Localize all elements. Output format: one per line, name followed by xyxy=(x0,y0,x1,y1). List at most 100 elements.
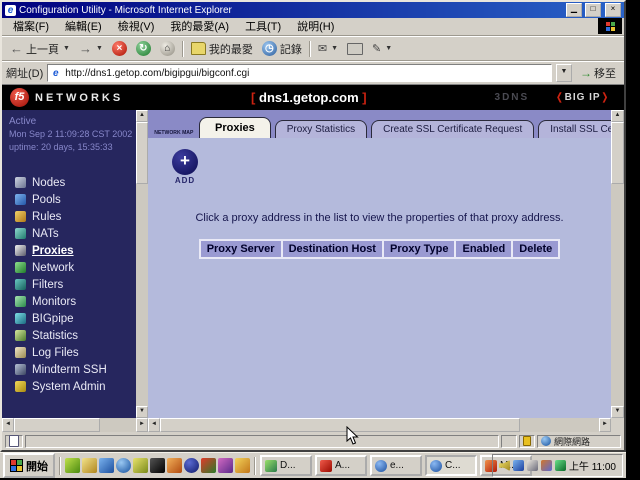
sidebar-item-system-admin[interactable]: System Admin xyxy=(2,378,136,395)
link-bigip[interactable]: ❬BIG IP❭ xyxy=(555,92,610,103)
sidebar-item-statistics[interactable]: Statistics xyxy=(2,327,136,344)
sidebar-item-nodes[interactable]: Nodes xyxy=(2,174,136,191)
menu-edit[interactable]: 編輯(E) xyxy=(57,19,110,35)
scrollbar-thumb[interactable] xyxy=(611,122,624,184)
add-proxy-control[interactable]: + ADD xyxy=(168,149,202,185)
link-3dns[interactable]: 3DNS xyxy=(495,92,530,103)
proxies-icon xyxy=(15,245,26,256)
column-destination-host[interactable]: Destination Host xyxy=(282,240,383,258)
edit-button[interactable]: ✎ ▼ xyxy=(368,41,396,56)
network-status-icon[interactable] xyxy=(555,460,566,471)
go-button[interactable]: → 移至 xyxy=(576,65,620,81)
scrollbar-thumb[interactable] xyxy=(136,122,148,184)
network-map-button[interactable]: NETWORK MAP xyxy=(151,130,195,136)
sidebar-horizontal-scrollbar[interactable]: ◄ ► xyxy=(2,418,148,432)
quicklaunch-icon[interactable] xyxy=(218,458,233,473)
task-button[interactable]: D... xyxy=(260,455,312,476)
menu-tools[interactable]: 工具(T) xyxy=(237,19,289,35)
status-bar: 網際網路 xyxy=(2,432,624,450)
quicklaunch-icon[interactable] xyxy=(184,458,199,473)
stop-button[interactable]: × xyxy=(108,40,131,57)
forward-button[interactable]: → ▼ xyxy=(75,41,107,57)
quicklaunch-icon[interactable] xyxy=(116,458,131,473)
sidebar-item-filters[interactable]: Filters xyxy=(2,276,136,293)
f5-brand-name: NETWORKS xyxy=(35,92,123,104)
back-button[interactable]: ← 上一頁 ▼ xyxy=(6,40,74,58)
title-bar[interactable]: e Configuration Utility - Microsoft Inte… xyxy=(2,2,624,18)
sidebar-vertical-scrollbar[interactable]: ▲ ▼ xyxy=(136,110,148,418)
menu-help[interactable]: 說明(H) xyxy=(289,19,342,35)
scroll-down-icon[interactable]: ▼ xyxy=(611,406,624,418)
quicklaunch-icon[interactable] xyxy=(133,458,148,473)
column-enabled[interactable]: Enabled xyxy=(455,240,512,258)
address-dropdown-button[interactable]: ▼ xyxy=(556,64,572,82)
quicklaunch-icon[interactable] xyxy=(150,458,165,473)
status-alert-pane xyxy=(519,435,535,448)
quicklaunch-icon[interactable] xyxy=(235,458,250,473)
quicklaunch-icon[interactable] xyxy=(82,458,97,473)
tab-create-ssl-certificate-request[interactable]: Create SSL Certificate Request xyxy=(371,120,534,138)
quicklaunch-icon[interactable] xyxy=(65,458,80,473)
sidebar-item-mindterm-ssh[interactable]: Mindterm SSH xyxy=(2,361,136,378)
sidebar-item-monitors[interactable]: Monitors xyxy=(2,293,136,310)
status-message-pane xyxy=(25,435,499,448)
quicklaunch-icon[interactable] xyxy=(201,458,216,473)
tab-proxies[interactable]: Proxies xyxy=(199,117,271,138)
sidebar-item-proxies[interactable]: Proxies xyxy=(2,242,136,259)
scroll-right-icon[interactable]: ► xyxy=(136,418,148,432)
scroll-left-icon[interactable]: ◄ xyxy=(2,418,14,432)
scroll-up-icon[interactable]: ▲ xyxy=(611,110,624,122)
sidebar-item-pools[interactable]: Pools xyxy=(2,191,136,208)
menu-favorites[interactable]: 我的最愛(A) xyxy=(162,19,237,35)
document-icon xyxy=(9,435,19,447)
tab-strip: NETWORK MAP Proxies Proxy Statistics Cre… xyxy=(148,110,611,138)
column-proxy-type[interactable]: Proxy Type xyxy=(383,240,456,258)
sidebar-item-nats[interactable]: NATs xyxy=(2,225,136,242)
column-delete[interactable]: Delete xyxy=(512,240,559,258)
quicklaunch-icon[interactable] xyxy=(99,458,114,473)
mouse-cursor xyxy=(346,426,359,445)
favorites-button[interactable]: 我的最愛 xyxy=(187,40,257,58)
home-button[interactable]: ⌂ xyxy=(156,40,179,57)
sidebar-item-bigpipe[interactable]: BIGpipe xyxy=(2,310,136,327)
task-button[interactable]: e... xyxy=(370,455,422,476)
scroll-right-icon[interactable]: ► xyxy=(599,418,611,432)
edit-dropdown-icon[interactable]: ▼ xyxy=(385,45,392,52)
start-button[interactable]: 開始 xyxy=(3,453,55,478)
main-horizontal-scrollbar[interactable]: ◄ ► xyxy=(148,418,611,432)
add-icon[interactable]: + xyxy=(172,149,198,175)
close-button[interactable]: × xyxy=(605,3,621,17)
scroll-left-icon[interactable]: ◄ xyxy=(148,418,160,432)
history-button[interactable]: ◷ 記錄 xyxy=(258,40,306,58)
menu-view[interactable]: 檢視(V) xyxy=(110,19,163,35)
chat-icon[interactable] xyxy=(513,460,524,471)
mail-button[interactable]: ✉ ▼ xyxy=(314,41,342,56)
tab-proxy-statistics[interactable]: Proxy Statistics xyxy=(275,120,367,138)
quicklaunch-icon[interactable] xyxy=(167,458,182,473)
column-proxy-server[interactable]: Proxy Server xyxy=(200,240,282,258)
display-icon[interactable] xyxy=(527,460,538,471)
edit-icon: ✎ xyxy=(372,42,381,55)
main-vertical-scrollbar[interactable]: ▲ ▼ xyxy=(611,110,624,418)
back-dropdown-icon[interactable]: ▼ xyxy=(63,45,70,52)
scrollbar-thumb[interactable] xyxy=(160,418,520,432)
sidebar-item-network[interactable]: Network xyxy=(2,259,136,276)
address-input[interactable]: e http://dns1.getop.com/bigipgui/bigconf… xyxy=(47,64,552,82)
menu-file[interactable]: 檔案(F) xyxy=(5,19,57,35)
refresh-button[interactable]: ↻ xyxy=(132,40,155,57)
scroll-down-icon[interactable]: ▼ xyxy=(136,406,148,418)
task-button-active[interactable]: C... xyxy=(425,455,477,476)
volume-icon[interactable] xyxy=(499,460,510,471)
update-icon[interactable] xyxy=(541,460,552,471)
sidebar-item-log-files[interactable]: Log Files xyxy=(2,344,136,361)
mail-dropdown-icon[interactable]: ▼ xyxy=(331,45,338,52)
sidebar-item-rules[interactable]: Rules xyxy=(2,208,136,225)
minimize-button[interactable]: ▁ xyxy=(566,3,582,17)
tab-install-ssl-certificate[interactable]: Install SSL Certifi xyxy=(538,120,611,138)
restore-button[interactable]: □ xyxy=(585,3,601,17)
scrollbar-thumb[interactable] xyxy=(14,418,100,432)
forward-dropdown-icon[interactable]: ▼ xyxy=(96,45,103,52)
task-button[interactable]: A... xyxy=(315,455,367,476)
scroll-up-icon[interactable]: ▲ xyxy=(136,110,148,122)
print-button[interactable] xyxy=(343,42,367,56)
